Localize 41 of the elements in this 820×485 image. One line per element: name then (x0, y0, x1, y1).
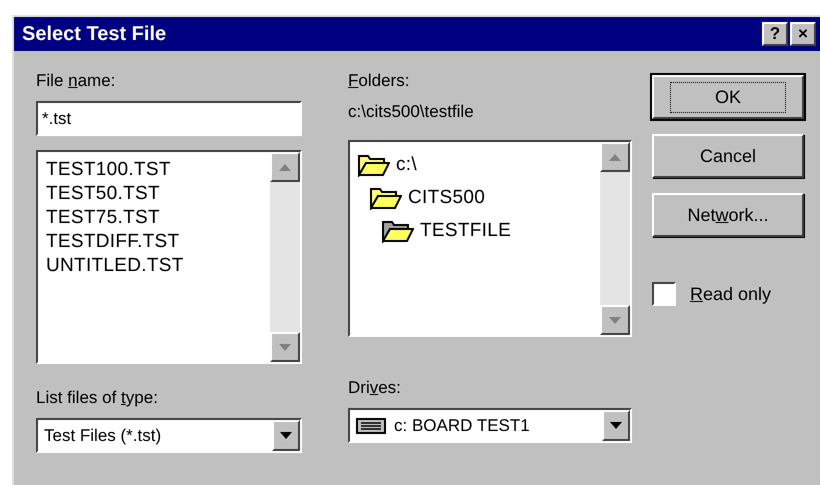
scroll-down-icon (609, 316, 621, 324)
folder-item[interactable]: c:\ (396, 152, 417, 176)
file-name-field[interactable]: *.tst (36, 101, 302, 136)
file-type-label: List files of type: (36, 388, 159, 408)
network-button[interactable]: Network... (652, 193, 804, 237)
file-type-value: Test Files (*.tst) (44, 426, 162, 446)
dropdown-button[interactable] (272, 420, 300, 451)
file-item[interactable]: TEST75.TST (46, 206, 262, 230)
dropdown-button[interactable] (602, 410, 630, 441)
file-name-label: File name: (36, 71, 116, 91)
file-type-dropdown[interactable]: Test Files (*.tst) (36, 418, 302, 453)
help-button[interactable]: ? (762, 22, 788, 46)
drive-icon (356, 418, 386, 434)
file-item[interactable]: UNTITLED.TST (46, 254, 262, 278)
drives-label: Drives: (348, 378, 402, 398)
file-item[interactable]: TEST100.TST (46, 158, 262, 182)
folder-item[interactable]: CITS500 (408, 186, 486, 210)
caret-icon (610, 422, 622, 429)
caret-icon (280, 432, 292, 439)
scrollbar[interactable] (270, 152, 300, 362)
scroll-up-button[interactable] (600, 142, 630, 172)
file-item[interactable]: TEST50.TST (46, 182, 262, 206)
scroll-up-icon (279, 164, 291, 170)
drive-value: c: BOARD TEST1 (394, 416, 531, 436)
read-only-label: Read only (690, 284, 772, 304)
folder-item[interactable]: TESTFILE (420, 218, 512, 242)
file-item[interactable]: TESTDIFF.TST (46, 230, 262, 254)
drives-dropdown[interactable]: c: BOARD TEST1 (348, 408, 632, 443)
read-only-checkbox[interactable] (652, 282, 676, 306)
scroll-down-button[interactable] (270, 332, 300, 362)
cancel-button[interactable]: Cancel (652, 134, 804, 178)
scroll-down-icon (279, 344, 291, 350)
window-title: Select Test File (22, 22, 168, 46)
scroll-up-button[interactable] (270, 152, 300, 182)
ok-button[interactable]: OK (652, 75, 804, 119)
close-button[interactable]: × (790, 22, 816, 46)
scrollbar[interactable] (600, 142, 630, 335)
folder-path: c:\cits500\testfile (348, 101, 475, 123)
scroll-down-button[interactable] (600, 305, 630, 335)
folders-label: Folders: (348, 71, 410, 91)
scroll-up-icon (609, 154, 621, 160)
